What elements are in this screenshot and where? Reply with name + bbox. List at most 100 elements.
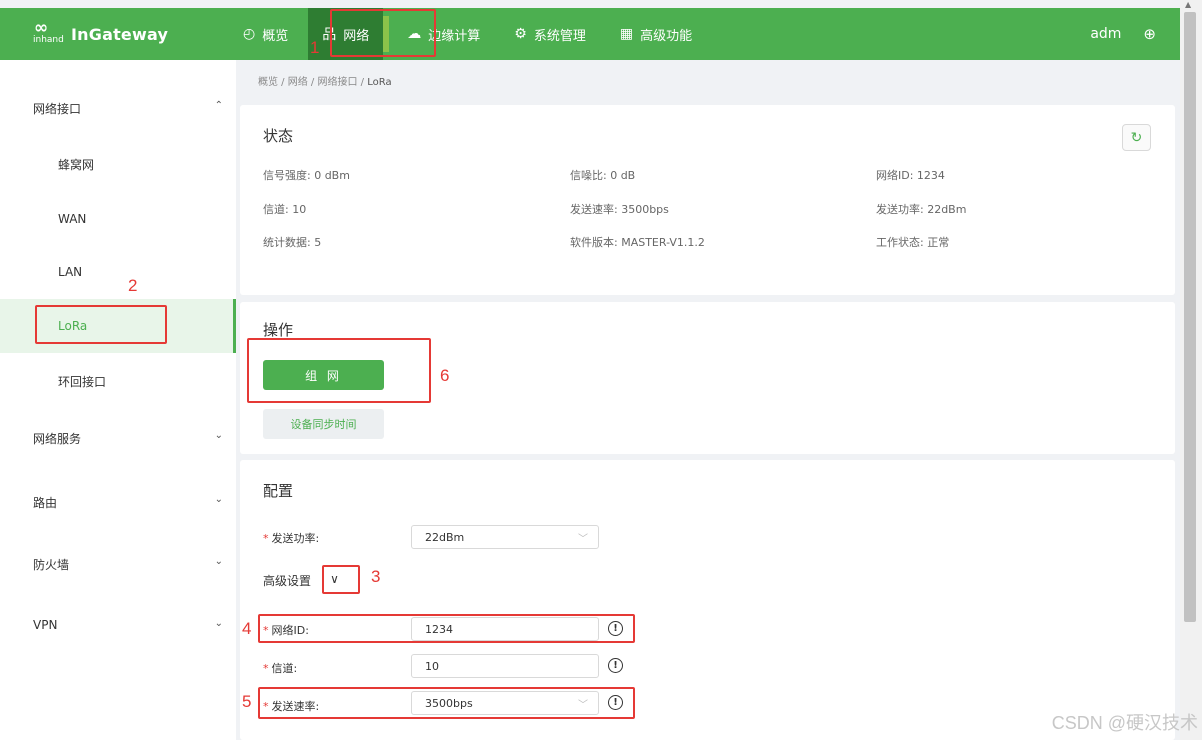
nav-label: 系统管理 [533,28,586,44]
chevron-down-icon: ⌄ [214,618,223,629]
breadcrumb-current: LoRa [367,77,392,88]
sidebar-group-label: VPN [33,618,58,632]
status-card: 状态 ↻ 信号强度: 0 dBm 信噪比: 0 dB 网络ID: 1234 信道… [240,105,1175,295]
netid-input[interactable]: 1234 [411,617,599,641]
required-mark: * [263,624,269,637]
sidebar-item-loopback[interactable]: 环回接口 [58,373,106,390]
channel: 信道: 10 [263,203,307,216]
nav-active-indicator [383,16,390,52]
advanced-toggle-chevron-icon[interactable]: ∨ [325,570,344,588]
power-select-value: 22dBm [425,530,465,544]
chevron-up-icon: ⌃ [214,100,223,111]
sidebar: 网络接口 ⌃ 蜂窝网 WAN LAN LoRa 环回接口 网络服务 ⌄ 路由 ⌄… [0,60,236,740]
sidebar-group-label: 网络服务 [33,432,82,446]
cloud-icon: ☁ [407,26,422,42]
refresh-button[interactable]: ↻ [1122,124,1151,151]
power-label: * 发送功率: [263,530,319,546]
statistics: 统计数据: 5 [263,236,322,249]
advanced-settings-label: 高级设置 [263,574,312,588]
nav-overview[interactable]: ◴ 概览 [243,8,288,60]
sidebar-group-routing[interactable]: 路由 ⌄ [33,494,223,511]
annotation-number-2: 2 [128,276,138,295]
config-title: 配置 [263,482,294,500]
chevron-down-icon: ⌄ [214,556,223,567]
scroll-up-arrow-icon[interactable]: ▲ [1185,0,1191,9]
nav-system[interactable]: ⚙ 系统管理 [514,8,586,60]
nav-network[interactable]: 品 网络 [308,8,390,60]
user-name[interactable]: adm [1090,26,1121,42]
power-select[interactable]: 22dBm ﹀ [411,525,599,549]
info-icon[interactable]: ! [608,621,623,636]
info-icon[interactable]: ! [608,695,623,710]
annotation-number-3: 3 [371,567,381,586]
nav-label: 高级功能 [640,28,693,44]
top-navbar: ∞ inhand InGateway ◴ 概览 品 网络 ☁ 边缘计算 ⚙ 系统… [0,8,1180,60]
logo-text: InGateway [71,24,169,44]
sidebar-item-lan[interactable]: LAN [58,265,82,279]
netid-label: * 网络ID: [263,622,309,638]
sidebar-item-wan[interactable]: WAN [58,212,86,226]
sidebar-group-firewall[interactable]: 防火墙 ⌄ [33,556,223,573]
required-mark: * [263,662,269,675]
nav-advanced[interactable]: ▦ 高级功能 [620,8,692,60]
nav-label: 概览 [262,28,289,44]
chevron-down-icon: ⌄ [214,430,223,441]
sidebar-active-highlight [0,299,236,353]
send-power: 发送功率: 22dBm [876,203,967,216]
netid-input-value: 1234 [425,622,453,636]
nav-label: 网络 [343,28,370,44]
breadcrumb-item[interactable]: 网络接口 [317,77,357,88]
annotation-number-4: 4 [242,619,252,638]
info-icon[interactable]: ! [608,658,623,673]
network-join-button[interactable]: 组 网 [263,360,384,390]
scroll-thumb[interactable] [1184,12,1196,622]
channel-label: * 信道: [263,660,297,676]
logo-mark: ∞ inhand [33,18,65,47]
operations-card: 操作 组 网 设备同步时间 [240,302,1175,454]
rate-select-value: 3500bps [425,696,473,710]
sidebar-item-cellular[interactable]: 蜂窝网 [58,156,94,173]
software-version: 软件版本: MASTER-V1.1.2 [570,236,705,249]
snr: 信噪比: 0 dB [570,169,636,182]
work-status: 工作状态: 正常 [876,236,950,249]
config-card: 配置 * 发送功率: 22dBm ﹀ 高级设置 ∨ * 网络ID: 1234 ! *… [240,460,1175,740]
breadcrumb: 概览 / 网络 / 网络接口 / LoRa [258,77,392,88]
nav-label: 边缘计算 [428,28,481,44]
rate-select[interactable]: 3500bps ﹀ [411,691,599,715]
logo[interactable]: ∞ inhand InGateway [33,18,169,47]
nav-edge-computing[interactable]: ☁ 边缘计算 [407,8,480,60]
send-rate: 发送速率: 3500bps [570,203,669,216]
operations-title: 操作 [263,321,294,339]
rate-label-text: 发送速率: [271,700,320,713]
rate-label: * 发送速率: [263,698,319,714]
annotation-number-5: 5 [242,692,252,711]
channel-label-text: 信道: [271,662,298,675]
logo-mark-text: inhand [33,35,64,45]
scrollbar[interactable]: ▲ [1180,0,1202,740]
sidebar-group-network-interfaces[interactable]: 网络接口 ⌃ [33,100,223,117]
grid-icon: ▦ [619,26,634,42]
network-icon: 品 [322,27,337,43]
infinity-icon: ∞ [34,18,48,38]
required-mark: * [263,532,269,545]
sidebar-group-label: 路由 [33,496,58,510]
chevron-down-icon: ﹀ [578,699,588,711]
globe-icon[interactable]: ⊕ [1143,25,1156,43]
gear-icon: ⚙ [514,26,527,42]
breadcrumb-item[interactable]: 概览 [258,77,278,88]
annotation-number-1: 1 [310,38,320,57]
sidebar-group-network-services[interactable]: 网络服务 ⌄ [33,430,223,447]
annotation-number-6: 6 [440,366,450,385]
netid-label-text: 网络ID: [271,624,309,637]
channel-input[interactable]: 10 [411,654,599,678]
sync-time-button[interactable]: 设备同步时间 [263,409,384,439]
chevron-down-icon: ﹀ [578,533,588,545]
refresh-icon: ↻ [1130,129,1143,146]
sidebar-item-lora[interactable]: LoRa [58,319,87,333]
chevron-down-icon: ⌄ [214,494,223,505]
breadcrumb-item[interactable]: 网络 [288,77,308,88]
sidebar-group-label: 网络接口 [33,102,82,116]
dashboard-icon: ◴ [243,26,256,42]
sidebar-group-vpn[interactable]: VPN ⌄ [33,618,223,632]
status-title: 状态 [263,127,294,145]
